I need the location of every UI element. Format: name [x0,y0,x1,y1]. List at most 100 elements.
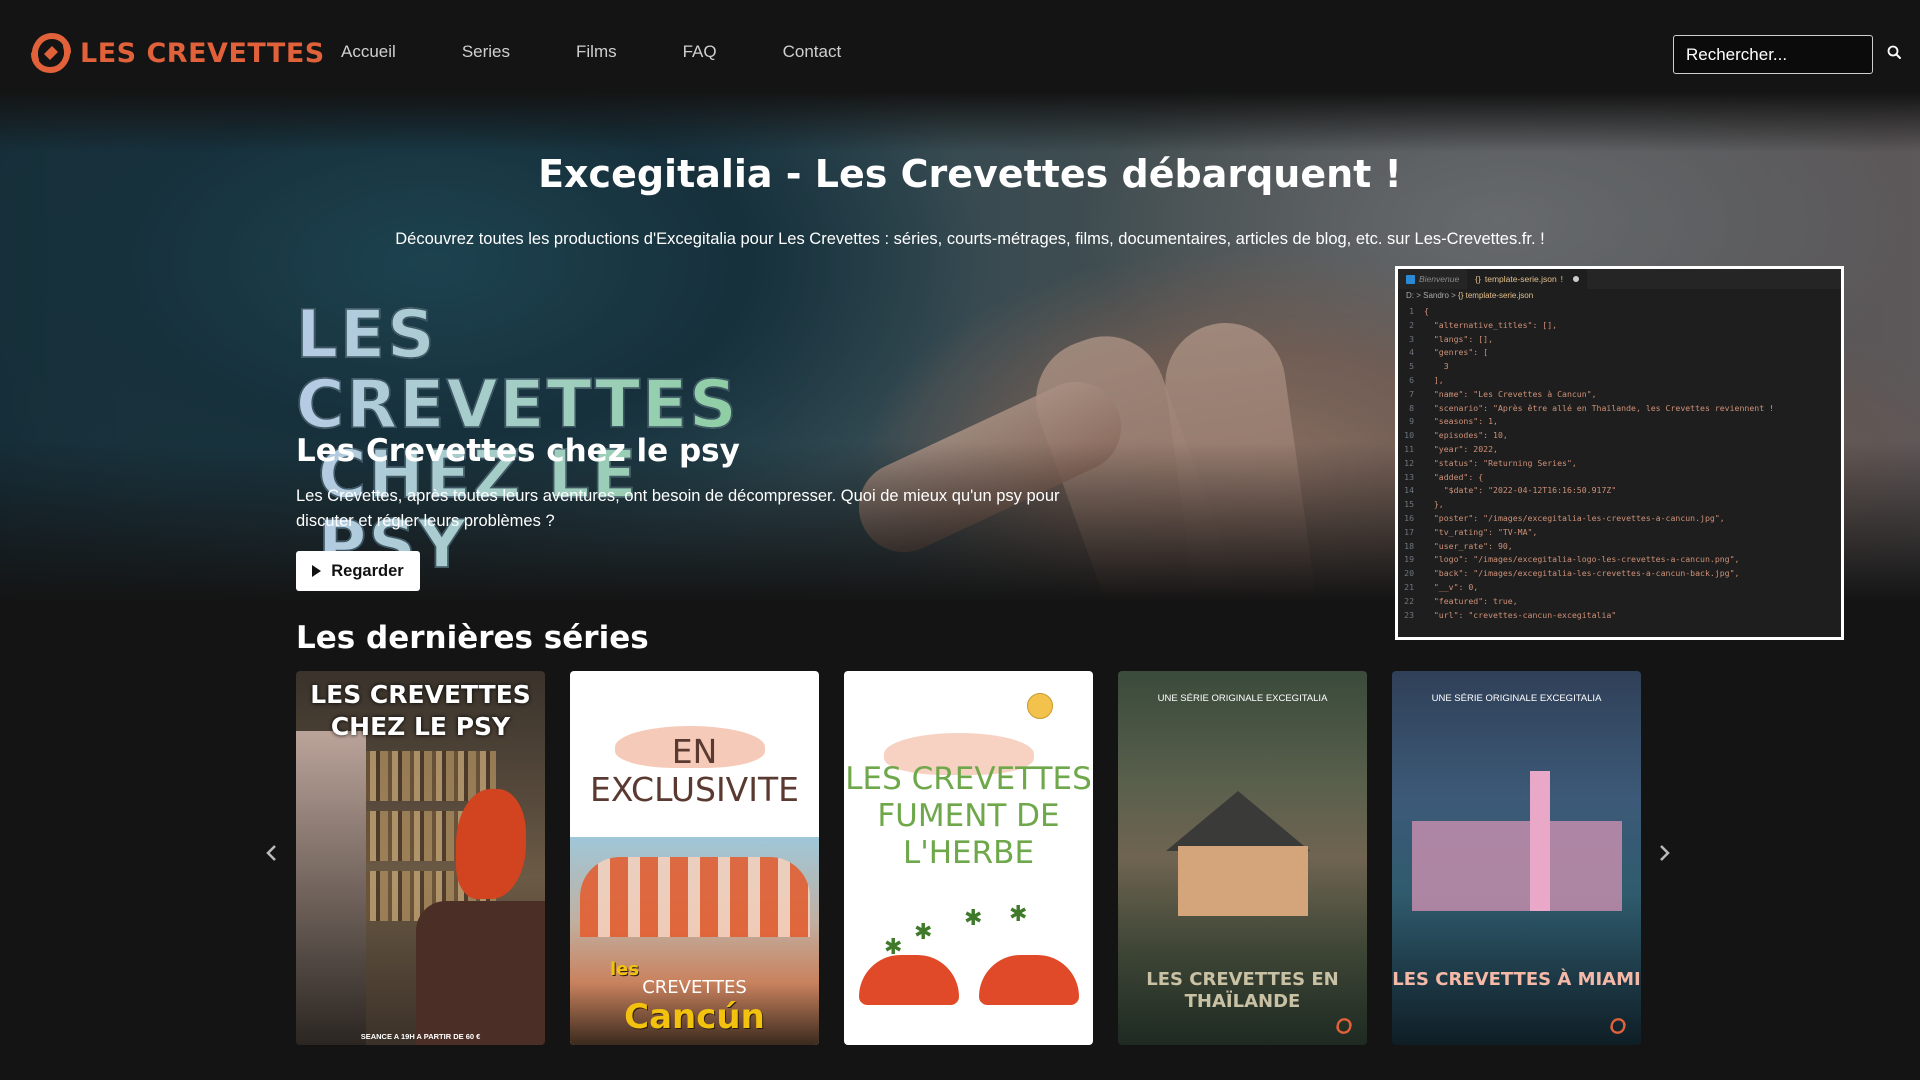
line-number: 1 [1409,306,1414,316]
poster-chair [416,901,545,1045]
main-menu: Accueil Series Films FAQ Contact [341,42,907,62]
poster-tower [1530,771,1550,911]
carousel-prev[interactable] [262,843,282,863]
search-icon[interactable] [1886,44,1904,62]
poster-house [1178,846,1308,916]
brand-mid: CREVETTES [642,977,747,998]
poster-building [1412,821,1622,911]
play-icon [312,565,322,577]
series-card-title: LES CREVETTES À MIAMI [1392,969,1641,990]
leaf-icon: ✱ [914,919,933,944]
hero-title: Excegitalia - Les Crevettes débarquent ! [538,152,1402,196]
nav-link-contact[interactable]: Contact [783,42,842,62]
nav-link-accueil[interactable]: Accueil [341,42,396,62]
code-line: 16 "poster": "/images/excegitalia-les-cr… [1398,512,1841,526]
code-line: 5 3 [1398,360,1841,374]
logo-shrimp-icon [1610,1018,1626,1034]
line-number: 12 [1404,457,1414,468]
line-number: 23 [1404,609,1414,620]
breadcrumb-file: {} template-serie.json [1458,291,1534,300]
series-card-cancun[interactable]: EN EXCLUSIVITE les CREVETTES Cancún [570,671,819,1045]
watch-button[interactable]: Regarder [296,551,420,591]
line-number: 2 [1409,319,1414,330]
nav-link-series[interactable]: Series [462,42,510,62]
line-text: }, [1424,499,1444,510]
code-line: 13 "added": { [1398,471,1841,485]
line-text: "status": "Returning Series", [1424,457,1577,468]
brand-bottom: Cancún [624,997,765,1037]
hero-fade-top [0,92,1920,152]
series-card-thailande[interactable]: UNE SÉRIE ORIGINALE EXCEGITALIA LES CREV… [1118,671,1367,1045]
line-text: "added": { [1424,471,1484,482]
editor-code[interactable]: 1 {2 "alternative_titles": [], 3 "langs": … [1398,303,1841,622]
tab-file-label: template-serie.json [1484,274,1557,284]
featured-show-description: Les Crevettes, après toutes leurs aventu… [296,487,1060,530]
line-text: "logo": "/images/excegitalia-logo-les-cr… [1424,554,1740,565]
line-text: ], [1424,374,1444,385]
series-card-subtitle: UNE SÉRIE ORIGINALE EXCEGITALIA [1157,693,1328,704]
line-text: "year": 2022, [1424,443,1498,454]
series-carousel: LES CREVETTES CHEZ LE PSY SEANCE A 19H A… [0,671,1920,1045]
poster-shrimp [859,955,959,1005]
carousel-next[interactable] [1654,843,1674,863]
unsaved-dot-icon [1573,276,1580,282]
line-text: "seasons": 1, [1424,416,1498,427]
chevron-right-icon [1660,845,1670,861]
search-input[interactable] [1673,35,1873,74]
poster-crowd [580,857,810,937]
editor-tab-bar: Bienvenue {} template-serie.json ! [1398,269,1841,289]
code-line: 7 "name": "Les Crevettes à Cancun", [1398,388,1841,402]
line-number: 3 [1409,333,1414,344]
series-card-miami[interactable]: UNE SÉRIE ORIGINALE EXCEGITALIA LES CREV… [1392,671,1641,1045]
line-text: "back": "/images/excegitalia-les-crevett… [1424,568,1740,579]
line-text: "name": "Les Crevettes à Cancun", [1424,388,1597,399]
line-text: "featured": true, [1424,595,1518,606]
hero-description: Découvrez toutes les productions d'Exceg… [395,230,1545,248]
tab-file-marker: ! [1560,274,1564,284]
line-number: 19 [1404,554,1414,565]
brand-logo[interactable]: LES CREVETTES [28,30,325,76]
tab-welcome-label: Bienvenue [1419,274,1460,284]
series-card-psy[interactable]: LES CREVETTES CHEZ LE PSY SEANCE A 19H A… [296,671,545,1045]
featured-show-title: Les Crevettes chez le psy [296,433,740,469]
code-editor-window: Bienvenue {} template-serie.json ! D: > … [1395,266,1844,640]
show-logo-line-1: LES CREVETTES [295,296,739,443]
nav-link-faq[interactable]: FAQ [683,42,717,62]
line-number: 9 [1409,416,1414,427]
emoji-icon [1027,693,1053,719]
code-line: 15 }, [1398,498,1841,512]
chevron-left-icon [266,845,276,861]
code-line: 21 "__v": 0, [1398,581,1841,595]
json-braces-icon: {} [1475,274,1481,284]
line-text: { [1424,306,1429,316]
code-line: 3 "langs": [], [1398,333,1841,347]
tab-template-json[interactable]: {} template-serie.json ! [1467,269,1588,289]
logo-shrimp-icon [31,32,71,74]
leaf-icon: ✱ [1009,901,1028,926]
poster-person [296,731,366,1045]
tab-welcome[interactable]: Bienvenue [1398,269,1467,289]
series-card-title: LES CREVETTES EN THAÏLANDE [1146,969,1339,1012]
code-line: 10 "episodes": 10, [1398,429,1841,443]
line-text: "url": "crevettes-cancun-excegitalia" [1424,609,1617,620]
line-text: "langs": [], [1424,333,1494,344]
watch-button-label: Regarder [331,561,404,580]
nav-link-films[interactable]: Films [576,42,617,62]
code-line: 23 "url": "crevettes-cancun-excegitalia" [1398,609,1841,623]
series-card-herbe[interactable]: LES CREVETTES FUMENT DE L'HERBE ✱ ✱ ✱ ✱ [844,671,1093,1045]
code-line: 2 "alternative_titles": [], [1398,319,1841,333]
code-line: 8 "scenario": "Après être allé en Thaïla… [1398,402,1841,416]
line-text: "$date": "2022-04-12T16:16:50.917Z" [1424,485,1617,496]
line-number: 11 [1404,443,1414,454]
code-line: 22 "featured": true, [1398,595,1841,609]
series-card-title: LES CREVETTES CHEZ LE PSY [310,680,531,741]
series-card-title: LES CREVETTES FUMENT DE L'HERBE [845,761,1092,871]
line-number: 13 [1404,471,1414,482]
line-text: "__v": 0, [1424,581,1479,592]
line-text: "poster": "/images/excegitalia-les-creve… [1424,512,1725,523]
latest-series-title: Les dernières séries [296,620,649,656]
vscode-icon [1406,274,1415,284]
line-text: "scenario": "Après être allé en Thaïland… [1424,402,1774,413]
line-number: 8 [1409,402,1414,413]
code-line: 19 "logo": "/images/excegitalia-logo-les… [1398,553,1841,567]
